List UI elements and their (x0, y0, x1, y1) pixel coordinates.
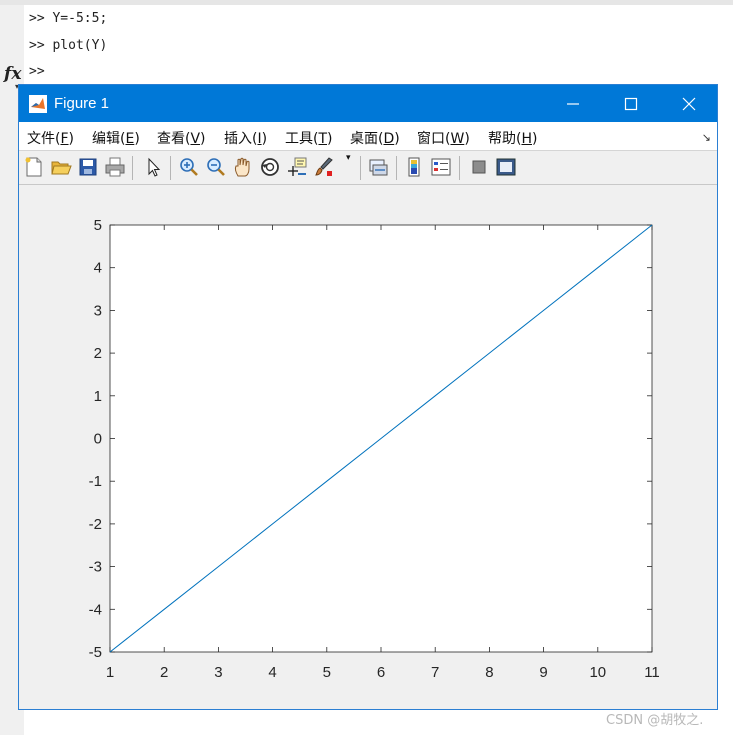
open-file-button[interactable] (50, 156, 72, 178)
data-cursor-button[interactable] (286, 156, 308, 178)
maximize-button[interactable] (602, 85, 660, 122)
link-plot-button[interactable] (367, 156, 389, 178)
rotate-3d-icon (261, 158, 279, 176)
y-tick-label: -4 (89, 601, 102, 618)
brush-button[interactable] (313, 156, 335, 178)
insert-colorbar-button[interactable] (403, 156, 425, 178)
legend-icon (431, 158, 451, 176)
window-title: Figure 1 (54, 95, 110, 112)
command-line-2: >> plot(Y) (29, 38, 108, 53)
rotate-3d-button[interactable] (259, 156, 281, 178)
x-tick-label: 4 (268, 664, 276, 681)
y-tick-label: 1 (94, 388, 102, 405)
toolbar-separator (396, 156, 397, 180)
print-icon (105, 157, 125, 177)
x-tick-label: 7 (431, 664, 439, 681)
zoom-in-icon (180, 158, 198, 176)
line-chart[interactable]: 1 2 3 4 5 6 7 8 9 10 11 -5 -4 -3 -2 -1 0 1 2 3 4 5 (19, 185, 717, 709)
menu-bar: 文件(F) 编辑(E) 查看(V) 插入(I) 工具(T) 桌面(D) 窗口(W… (19, 122, 717, 151)
pan-button[interactable] (232, 156, 254, 178)
figure-window: Figure 1 文件(F) 编辑(E) 查看(V) 插入(I) 工具(T) 桌… (18, 84, 718, 710)
x-tick-label: 10 (589, 664, 606, 681)
plot-area: 1 2 3 4 5 6 7 8 9 10 11 -5 -4 -3 -2 -1 0 1 2 3 4 5 (19, 185, 717, 709)
toolbar-separator (170, 156, 171, 180)
function-browser-icon[interactable]: fx (4, 64, 21, 84)
x-tick-label: 6 (377, 664, 385, 681)
save-button[interactable] (77, 156, 99, 178)
y-tick-label: 0 (94, 431, 102, 448)
open-file-icon (51, 161, 72, 175)
save-icon (79, 158, 97, 176)
menu-view[interactable]: 查看(V) (157, 128, 206, 148)
zoom-out-icon (207, 158, 225, 176)
y-tick-label: 4 (94, 260, 102, 277)
menu-insert[interactable]: 插入(I) (224, 128, 267, 148)
menu-tools[interactable]: 工具(T) (285, 128, 333, 148)
close-button[interactable] (660, 85, 718, 122)
hide-plot-tools-icon (472, 160, 486, 174)
edit-plot-button[interactable] (142, 156, 164, 178)
hide-plot-tools-button[interactable] (468, 156, 490, 178)
x-tick-label: 1 (106, 664, 114, 681)
command-line-1: >> Y=-5:5; (29, 11, 108, 26)
x-tick-label: 8 (485, 664, 493, 681)
matlab-logo-icon (29, 95, 47, 113)
y-tick-label: 5 (94, 217, 102, 234)
command-prompt[interactable]: >> (29, 64, 45, 80)
menu-window[interactable]: 窗口(W) (417, 128, 470, 148)
minimize-button[interactable] (544, 85, 602, 122)
menu-file[interactable]: 文件(F) (27, 128, 74, 148)
show-plot-tools-icon (496, 158, 516, 176)
new-figure-icon (25, 157, 42, 177)
dock-figure-icon[interactable]: ↘ (702, 131, 711, 144)
x-tick-label: 3 (214, 664, 222, 681)
toolbar-separator (459, 156, 460, 180)
link-plot-icon (369, 159, 388, 176)
y-tick-label: -1 (89, 473, 102, 490)
y-tick-label: 3 (94, 302, 102, 319)
x-tick-label: 5 (323, 664, 331, 681)
edit-plot-arrow-icon (148, 157, 161, 177)
x-tick-label: 2 (160, 664, 168, 681)
menu-help[interactable]: 帮助(H) (488, 128, 537, 148)
y-tick-label: 2 (94, 345, 102, 362)
insert-legend-button[interactable] (430, 156, 452, 178)
minimize-icon (567, 103, 579, 105)
y-tick-label: -5 (89, 644, 102, 661)
zoom-in-button[interactable] (178, 156, 200, 178)
data-cursor-icon (288, 157, 307, 176)
figure-toolbar: ▾ (19, 151, 717, 185)
pan-hand-icon (234, 157, 250, 177)
toolbar-separator (132, 156, 133, 180)
y-tick-label: -3 (89, 559, 102, 576)
watermark-text: CSDN @胡牧之. (606, 713, 704, 728)
y-tick-label: -2 (89, 516, 102, 533)
colorbar-icon (408, 157, 420, 177)
zoom-out-button[interactable] (205, 156, 227, 178)
show-plot-tools-button[interactable] (495, 156, 517, 178)
brush-dropdown-icon[interactable]: ▾ (346, 153, 351, 163)
menu-desktop[interactable]: 桌面(D) (350, 128, 400, 148)
maximize-icon (624, 97, 638, 111)
x-tick-label: 11 (644, 664, 660, 681)
close-icon (682, 97, 696, 111)
x-tick-label: 9 (539, 664, 547, 681)
title-bar[interactable]: Figure 1 (19, 85, 717, 122)
command-window-top-border (0, 0, 733, 5)
brush-icon (315, 157, 333, 176)
new-figure-button[interactable] (23, 156, 45, 178)
toolbar-separator (360, 156, 361, 180)
print-button[interactable] (104, 156, 126, 178)
menu-edit[interactable]: 编辑(E) (92, 128, 140, 148)
